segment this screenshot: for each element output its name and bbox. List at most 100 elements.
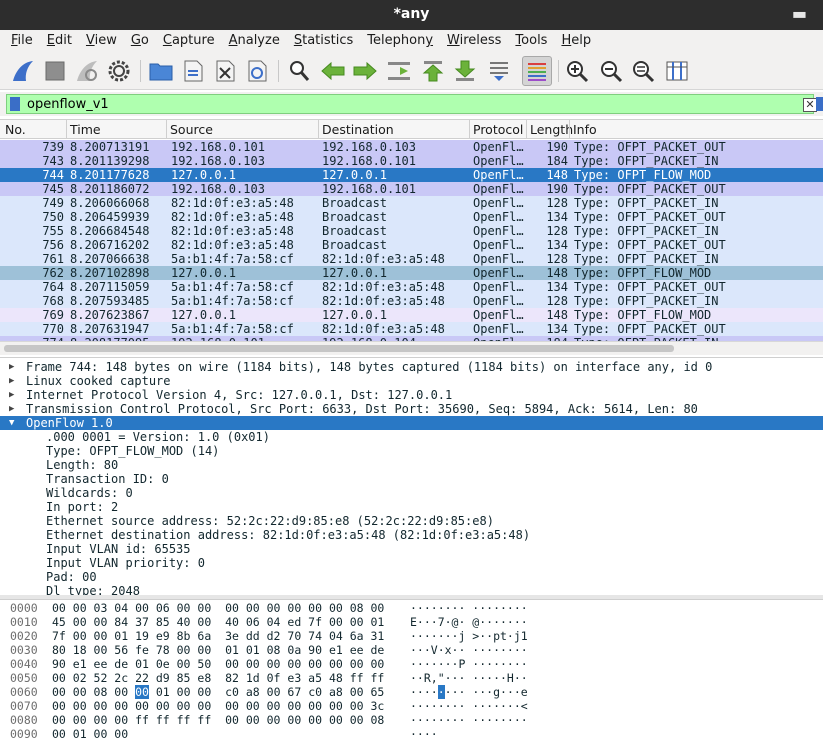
packet-row[interactable]: 768 8.207593485 5a:b1:4f:7a:58:cf 82:1d:0f:… — [0, 294, 823, 308]
menu-item[interactable]: Edit — [40, 30, 79, 52]
collapsed-triangle-icon[interactable]: ▶ — [9, 374, 14, 388]
column-header-no[interactable]: No. — [5, 122, 26, 137]
hex-row[interactable]: 0040 90 e1 ee de 01 0e 00 50 00 00 00 00 … — [0, 657, 823, 671]
packet-row[interactable]: 739 8.200713191 192.168.0.101 192.168.0.103… — [0, 140, 823, 154]
collapsed-triangle-icon[interactable]: ▶ — [9, 388, 14, 402]
detail-tree-item[interactable]: Ethernet destination address: 82:1d:0f:e… — [0, 528, 823, 542]
first-packet-icon[interactable] — [418, 56, 448, 86]
clear-filter-icon[interactable]: ✕ — [803, 98, 817, 112]
detail-tree-item[interactable]: ▶ Transmission Control Protocol, Src Port… — [0, 402, 823, 416]
hex-row[interactable]: 0070 00 00 00 00 00 00 00 00 00 00 00 00 … — [0, 699, 823, 713]
menu-item[interactable]: Capture — [156, 30, 222, 52]
detail-tree-item[interactable]: Length: 80 — [0, 458, 823, 472]
window-menu-icon[interactable]: ▬ — [792, 4, 807, 23]
packet-row[interactable]: 756 8.206716202 82:1d:0f:e3:a5:48 Broadcast… — [0, 238, 823, 252]
packet-info: Type: OFPT_PACKET_IN — [574, 154, 719, 168]
packet-details-tree: ▶ Frame 744: 148 bytes on wire (1184 bits… — [0, 357, 823, 595]
column-header-info[interactable]: Info — [573, 122, 597, 137]
collapsed-triangle-icon[interactable]: ▶ — [9, 402, 14, 416]
packet-no: 764 — [42, 280, 64, 294]
menu-item[interactable]: Telephony — [360, 30, 440, 52]
resize-columns-icon[interactable] — [662, 56, 692, 86]
packet-row[interactable]: 755 8.206684548 82:1d:0f:e3:a5:48 Broadcast… — [0, 224, 823, 238]
hex-offset: 0020 — [10, 629, 38, 643]
column-header-time[interactable]: Time — [70, 122, 101, 137]
open-folder-icon[interactable] — [146, 56, 176, 86]
packet-row[interactable]: 750 8.206459939 82:1d:0f:e3:a5:48 Broadcast… — [0, 210, 823, 224]
detail-tree-item[interactable]: Input VLAN id: 65535 — [0, 542, 823, 556]
colorize-icon[interactable] — [522, 56, 552, 86]
apply-filter-icon[interactable] — [816, 97, 823, 111]
go-forward-arrow-icon[interactable] — [350, 56, 380, 86]
packet-row[interactable]: 745 8.201186072 192.168.0.103 192.168.0.101… — [0, 182, 823, 196]
detail-tree-item[interactable]: ▶ Internet Protocol Version 4, Src: 127.0… — [0, 388, 823, 402]
column-header-protocol[interactable]: Protocol — [473, 122, 523, 137]
detail-tree-item[interactable]: ▼ OpenFlow 1.0 — [0, 416, 823, 430]
capture-options-gear-icon[interactable] — [104, 56, 134, 86]
stop-square-icon[interactable] — [40, 56, 70, 86]
hex-row[interactable]: 0050 00 02 52 2c 22 d9 85 e8 82 1d 0f e3 … — [0, 671, 823, 685]
menu-item[interactable]: Statistics — [287, 30, 360, 52]
packet-row[interactable]: 770 8.207631947 5a:b1:4f:7a:58:cf 82:1d:0f:… — [0, 322, 823, 336]
menu-item[interactable]: Help — [554, 30, 598, 52]
save-file-icon[interactable] — [178, 56, 208, 86]
hex-row[interactable]: 0030 80 18 00 56 fe 78 00 00 01 01 08 0a … — [0, 643, 823, 657]
display-filter-input[interactable]: openflow_v1 ✕ — [6, 94, 817, 114]
packet-row[interactable]: 762 8.207102898 127.0.0.1 127.0.0.1 OpenFl… 1… — [0, 266, 823, 280]
zoom-in-icon[interactable] — [562, 56, 592, 86]
packet-row[interactable]: 769 8.207623867 127.0.0.1 127.0.0.1 OpenFl… 1… — [0, 308, 823, 322]
detail-tree-item[interactable]: Pad: 00 — [0, 570, 823, 584]
packet-row[interactable]: 749 8.206066068 82:1d:0f:e3:a5:48 Broadcast… — [0, 196, 823, 210]
menu-item[interactable]: View — [79, 30, 124, 52]
last-packet-icon[interactable] — [450, 56, 480, 86]
hex-row[interactable]: 0090 00 01 00 00 ···· — [0, 727, 823, 741]
hex-row[interactable]: 0000 00 00 03 04 00 06 00 00 00 00 00 00 … — [0, 601, 823, 615]
packet-list-scrollbar[interactable] — [0, 341, 823, 355]
expanded-triangle-icon[interactable]: ▼ — [9, 416, 14, 430]
packet-row[interactable]: 743 8.201139298 192.168.0.103 192.168.0.101… — [0, 154, 823, 168]
packet-info: Type: OFPT_PACKET_OUT — [574, 322, 726, 336]
packet-dst: 127.0.0.1 — [322, 168, 388, 182]
menu-item[interactable]: Wireless — [440, 30, 508, 52]
packet-row[interactable]: 761 8.207066638 5a:b1:4f:7a:58:cf 82:1d:0f:… — [0, 252, 823, 266]
menu-item[interactable]: Go — [124, 30, 156, 52]
find-magnifier-icon[interactable] — [284, 56, 314, 86]
packet-dst: Broadcast — [322, 224, 388, 238]
packet-row[interactable]: 744 8.201177628 127.0.0.1 127.0.0.1 OpenFl… 1… — [0, 168, 823, 182]
menu-item[interactable]: Tools — [508, 30, 554, 52]
close-file-icon[interactable] — [210, 56, 240, 86]
collapsed-triangle-icon[interactable]: ▶ — [9, 360, 14, 374]
column-header-source[interactable]: Source — [170, 122, 213, 137]
hex-row[interactable]: 0060 00 00 08 00 00 01 00 00 c0 a8 00 67 … — [0, 685, 823, 699]
display-filter-value[interactable]: openflow_v1 — [27, 97, 109, 112]
detail-tree-item[interactable]: ▶ Frame 744: 148 bytes on wire (1184 bits… — [0, 360, 823, 374]
column-header-length[interactable]: Length — [530, 122, 573, 137]
detail-tree-item[interactable]: In port: 2 — [0, 500, 823, 514]
menu-item[interactable]: Analyze — [222, 30, 287, 52]
go-to-packet-icon[interactable] — [384, 56, 414, 86]
reload-file-icon[interactable] — [242, 56, 272, 86]
hex-row[interactable]: 0010 45 00 00 84 37 85 40 00 40 06 04 ed … — [0, 615, 823, 629]
hex-bytes: 00 00 08 00 00 01 00 00 c0 a8 00 67 c0 a… — [52, 685, 385, 699]
detail-tree-item[interactable]: Input VLAN priority: 0 — [0, 556, 823, 570]
column-header-destination[interactable]: Destination — [322, 122, 394, 137]
detail-tree-item[interactable]: Transaction ID: 0 — [0, 472, 823, 486]
menu-item[interactable]: File — [4, 30, 40, 52]
detail-tree-item[interactable]: Dl type: 2048 — [0, 584, 823, 595]
shark-fin-start-icon[interactable] — [8, 56, 38, 86]
restart-shark-icon[interactable] — [72, 56, 102, 86]
detail-tree-item[interactable]: Ethernet source address: 52:2c:22:d9:85:… — [0, 514, 823, 528]
detail-tree-item[interactable]: Wildcards: 0 — [0, 486, 823, 500]
bookmark-icon[interactable] — [10, 97, 20, 111]
autoscroll-icon[interactable] — [484, 56, 514, 86]
detail-tree-item[interactable]: .000 0001 = Version: 1.0 (0x01) — [0, 430, 823, 444]
hex-row[interactable]: 0080 00 00 00 00 ff ff ff ff 00 00 00 00 … — [0, 713, 823, 727]
packet-row[interactable]: 764 8.207115059 5a:b1:4f:7a:58:cf 82:1d:0f:… — [0, 280, 823, 294]
scrollbar-thumb[interactable] — [4, 345, 674, 352]
go-back-arrow-icon[interactable] — [318, 56, 348, 86]
zoom-normal-icon[interactable] — [628, 56, 658, 86]
detail-tree-item[interactable]: ▶ Linux cooked capture — [0, 374, 823, 388]
zoom-out-icon[interactable] — [596, 56, 626, 86]
detail-tree-item[interactable]: Type: OFPT_FLOW_MOD (14) — [0, 444, 823, 458]
hex-row[interactable]: 0020 7f 00 00 01 19 e9 8b 6a 3e dd d2 70 … — [0, 629, 823, 643]
